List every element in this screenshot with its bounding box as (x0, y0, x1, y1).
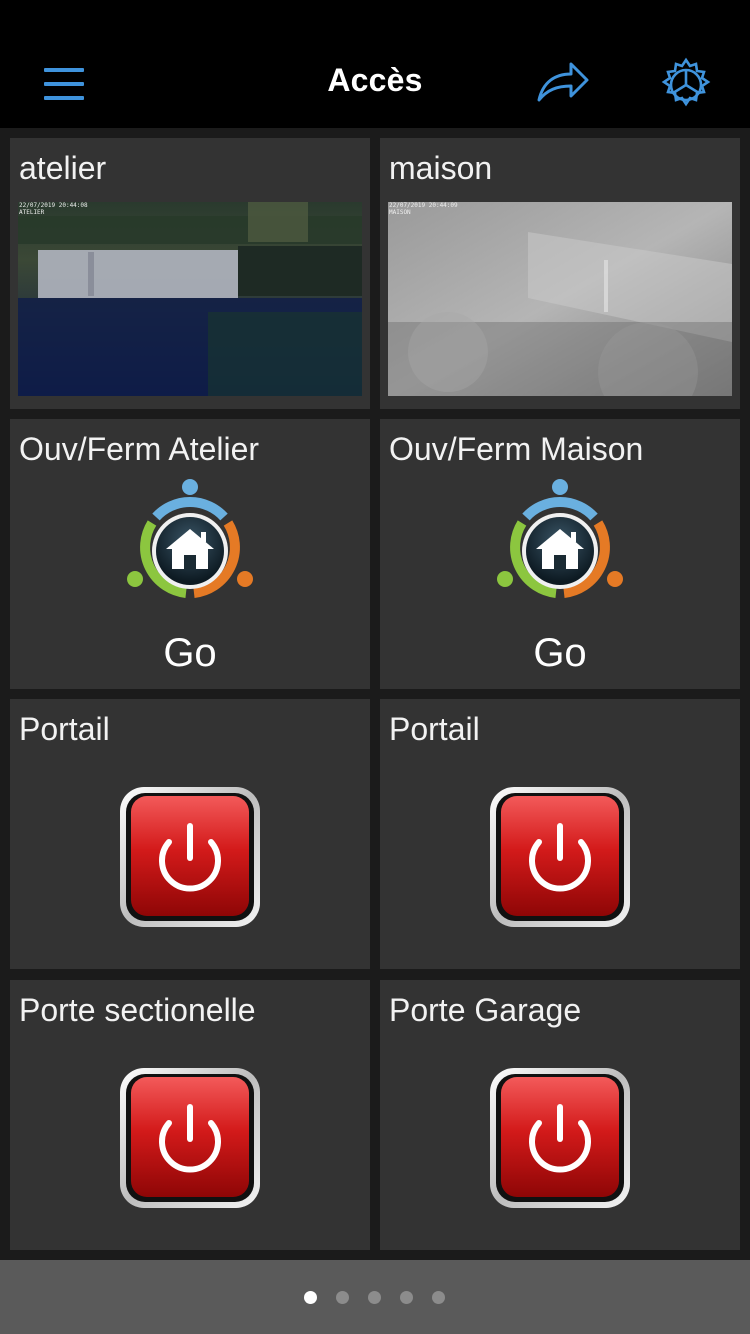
scene-tile-maison[interactable]: Ouv/Ferm Maison Go (380, 419, 740, 689)
page-dot-4[interactable] (400, 1291, 413, 1304)
camera-tile-maison[interactable]: maison 22/07/2019 20:44:09 MAISON (380, 138, 740, 409)
tile-label: maison (389, 150, 493, 186)
tile-label: Porte Garage (389, 992, 582, 1028)
switch-tile-portail-1[interactable]: Portail (10, 699, 370, 969)
page-title: Accès (327, 62, 423, 98)
page-dot-2[interactable] (336, 1291, 349, 1304)
tile-label: atelier (19, 150, 107, 186)
page-dot-3[interactable] (368, 1291, 381, 1304)
go-button[interactable]: Go (10, 631, 370, 676)
top-bar: Accès (0, 0, 750, 128)
tile-label: Porte sectionelle (19, 992, 256, 1028)
page-indicator (0, 1260, 750, 1334)
power-icon[interactable] (489, 786, 631, 928)
page-dot-5[interactable] (432, 1291, 445, 1304)
camera-timestamp: 22/07/2019 20:44:09 MAISON (389, 202, 458, 216)
page-dot-1[interactable] (304, 1291, 317, 1304)
home-scene-icon[interactable] (126, 477, 254, 605)
share-arrow-icon[interactable] (533, 58, 591, 106)
camera-tile-atelier[interactable]: atelier 22/07/2019 20:44:08 ATELIER (10, 138, 370, 409)
scene-tile-atelier[interactable]: Ouv/Ferm Atelier Go (10, 419, 370, 689)
switch-tile-porte-sectionelle[interactable]: Porte sectionelle (10, 980, 370, 1250)
tile-label: Portail (19, 711, 110, 747)
switch-tile-portail-2[interactable]: Portail (380, 699, 740, 969)
tile-label: Ouv/Ferm Atelier (19, 431, 260, 467)
camera-feed-atelier[interactable]: 22/07/2019 20:44:08 ATELIER (18, 202, 362, 396)
home-scene-icon[interactable] (496, 477, 624, 605)
go-button[interactable]: Go (380, 631, 740, 676)
camera-timestamp: 22/07/2019 20:44:08 ATELIER (19, 202, 88, 216)
camera-feed-maison[interactable]: 22/07/2019 20:44:09 MAISON (388, 202, 732, 396)
gear-icon[interactable] (658, 57, 714, 113)
power-icon[interactable] (119, 786, 261, 928)
tile-label: Ouv/Ferm Maison (389, 431, 644, 467)
power-icon[interactable] (489, 1067, 631, 1209)
tile-label: Portail (389, 711, 480, 747)
switch-tile-porte-garage[interactable]: Porte Garage (380, 980, 740, 1250)
power-icon[interactable] (119, 1067, 261, 1209)
